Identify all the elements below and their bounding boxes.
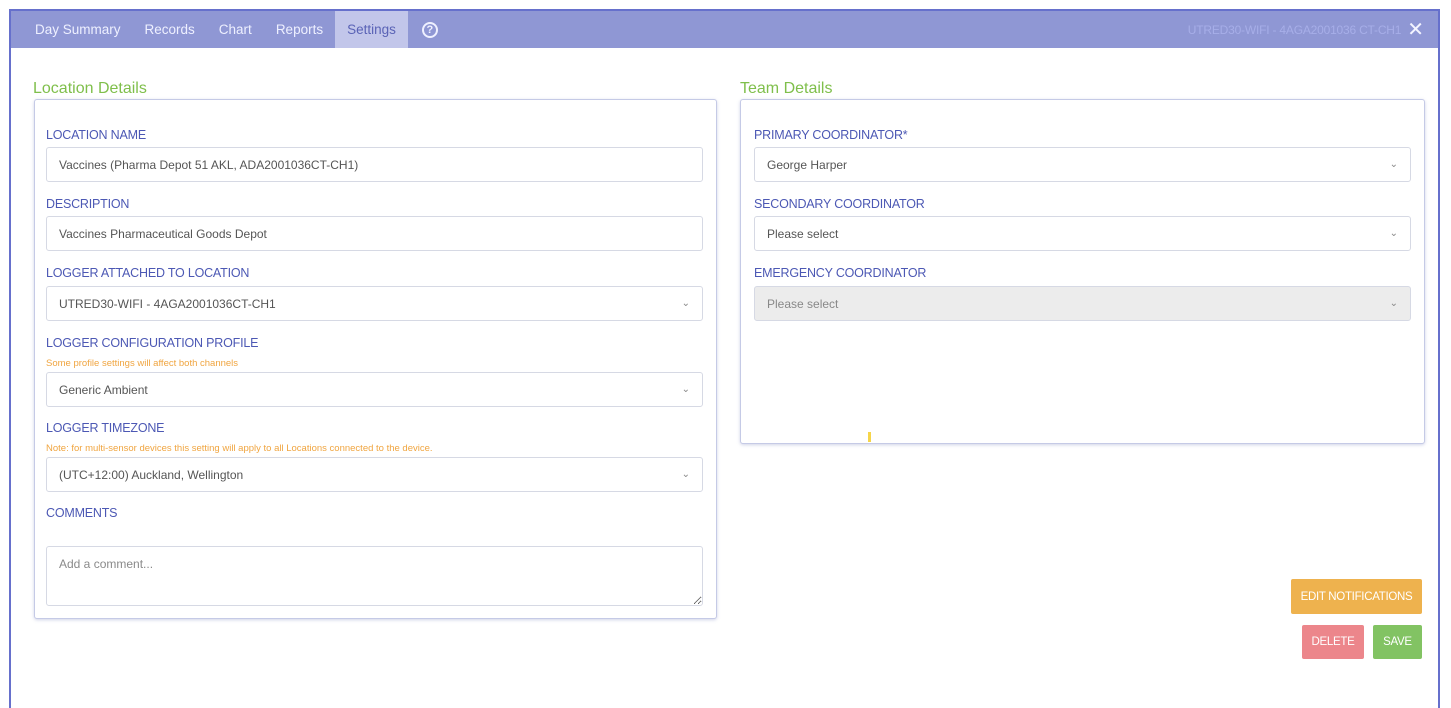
tab-settings[interactable]: Settings [335,11,408,48]
logger-attached-select[interactable]: UTRED30-WIFI - 4AGA2001036CT-CH1 ⌄ [46,286,703,321]
emergency-coordinator-select: Please select ⌄ [754,286,1411,321]
chevron-down-icon: ⌄ [1389,228,1398,239]
location-name-field[interactable]: Vaccines (Pharma Depot 51 AKL, ADA200103… [46,147,703,182]
tab-chart[interactable]: Chart [207,11,264,48]
edit-notifications-button[interactable]: EDIT NOTIFICATIONS [1291,579,1422,614]
logger-profile-hint: Some profile settings will affect both c… [46,358,239,369]
secondary-coordinator-select[interactable]: Please select ⌄ [754,216,1411,251]
description-label: DESCRIPTION [46,197,130,211]
cursor-marker [868,432,871,442]
logger-timezone-label: LOGGER TIMEZONE [46,421,165,435]
tab-records[interactable]: Records [133,11,207,48]
logger-profile-select[interactable]: Generic Ambient ⌄ [46,372,703,407]
team-details-card: PRIMARY COORDINATOR* George Harper ⌄ SEC… [740,99,1425,444]
chevron-down-icon: ⌄ [681,298,690,309]
secondary-coordinator-label: SECONDARY COORDINATOR [754,197,925,211]
description-field[interactable]: Vaccines Pharmaceutical Goods Depot [46,216,703,251]
tab-reports[interactable]: Reports [264,11,335,48]
delete-button[interactable]: DELETE [1302,625,1364,659]
primary-coordinator-label: PRIMARY COORDINATOR* [754,128,908,142]
device-header: UTRED30-WIFI - 4AGA2001036 CT-CH1 ✕ [1188,11,1424,48]
logger-timezone-hint: Note: for multi-sensor devices this sett… [46,443,433,454]
chevron-down-icon: ⌄ [1389,298,1398,309]
chevron-down-icon: ⌄ [1389,159,1398,170]
primary-coordinator-value: George Harper [767,157,848,172]
logger-attached-value: UTRED30-WIFI - 4AGA2001036CT-CH1 [59,296,276,311]
logger-profile-label: LOGGER CONFIGURATION PROFILE [46,336,259,350]
comments-label: COMMENTS [46,506,118,520]
team-details-title: Team Details [740,80,833,97]
secondary-coordinator-value: Please select [767,226,839,241]
location-details-card: LOCATION NAME Vaccines (Pharma Depot 51 … [34,99,717,619]
location-details-title: Location Details [33,80,147,97]
settings-window: Day Summary Records Chart Reports Settin… [9,9,1440,708]
primary-coordinator-select[interactable]: George Harper ⌄ [754,147,1411,182]
logger-timezone-select[interactable]: (UTC+12:00) Auckland, Wellington ⌄ [46,457,703,492]
logger-attached-label: LOGGER ATTACHED TO LOCATION [46,266,250,280]
logger-profile-value: Generic Ambient [59,382,148,397]
emergency-coordinator-label: EMERGENCY COORDINATOR [754,266,927,280]
device-id: UTRED30-WIFI - 4AGA2001036 CT-CH1 [1187,22,1402,37]
question-circle-icon[interactable]: ? [421,21,438,38]
tab-day-summary[interactable]: Day Summary [11,11,133,48]
chevron-down-icon: ⌄ [681,384,690,395]
location-name-label: LOCATION NAME [46,128,146,142]
close-icon[interactable]: ✕ [1407,20,1424,40]
top-nav-bar: Day Summary Records Chart Reports Settin… [11,11,1438,48]
comments-textarea[interactable] [46,546,703,606]
save-button[interactable]: SAVE [1373,625,1422,659]
emergency-coordinator-value: Please select [767,296,839,311]
logger-timezone-value: (UTC+12:00) Auckland, Wellington [59,467,244,482]
chevron-down-icon: ⌄ [681,469,690,480]
